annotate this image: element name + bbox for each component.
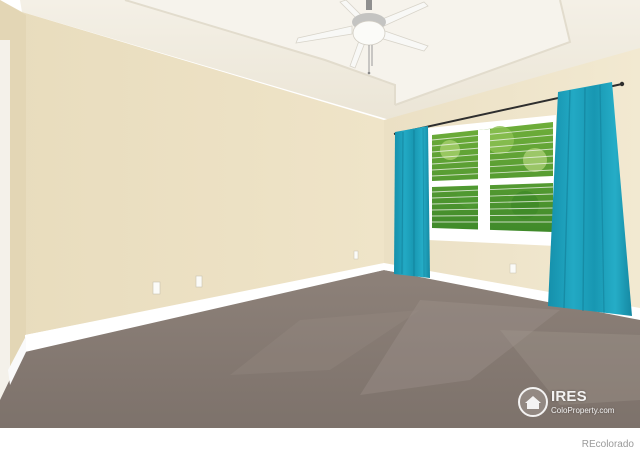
ires-watermark: IRES ColoProperty.com	[517, 386, 637, 420]
watermark-brand: IRES	[551, 388, 587, 405]
door-frame	[0, 40, 10, 400]
outlet	[353, 250, 359, 260]
outlet	[509, 263, 517, 274]
window	[428, 115, 556, 246]
footer-credit: REcolorado	[581, 439, 634, 450]
outlet	[152, 281, 161, 295]
house-logo-icon	[517, 386, 549, 418]
left-curtain	[394, 126, 430, 278]
footer-bar	[0, 428, 640, 450]
room-photo: IRES ColoProperty.com	[0, 0, 640, 428]
outlet	[195, 275, 203, 288]
watermark-tagline: ColoProperty.com	[551, 406, 615, 415]
